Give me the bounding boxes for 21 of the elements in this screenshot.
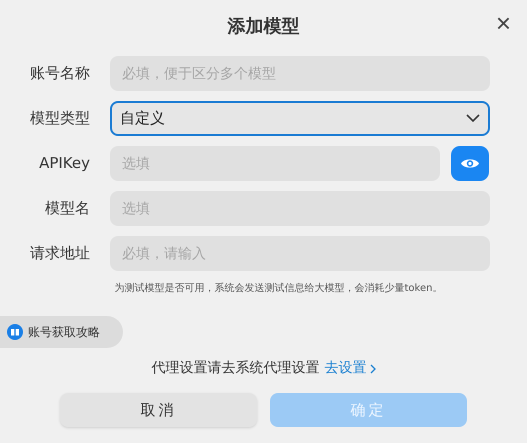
input-field[interactable]: 必填，便于区分多个模型 [110,56,490,91]
field-label: 模型类型 [29,108,90,130]
input-field[interactable]: 选填 [110,146,440,181]
cancel-button[interactable]: 取消 [60,393,257,427]
show-password-button[interactable] [451,146,489,181]
chevron-right-icon [370,364,376,374]
close-button[interactable]: × [496,10,511,36]
field-label: APIKey [38,153,90,174]
settings-link[interactable]: 去设置 [324,358,376,379]
field-label: 模型名 [44,198,90,220]
input-field[interactable]: 选填 [110,191,490,226]
dialog-title: 添加模型 [228,14,300,38]
input-field[interactable]: 必填，请输入 [110,236,490,271]
proxy-hint: 代理设置请去系统代理设置 [152,359,320,378]
field-label: 请求地址 [29,243,90,264]
note-text: 为测试模型是否可用，系统会发送测试信息给大模型，会消耗少量token。 [114,282,442,296]
chevron-down-icon [466,114,480,123]
guide-button[interactable]: 账号获取攻略 [0,316,123,348]
field-label: 账号名称 [29,63,90,84]
model-type-dropdown[interactable]: 自定义 [110,101,490,136]
eye-icon [460,157,480,170]
